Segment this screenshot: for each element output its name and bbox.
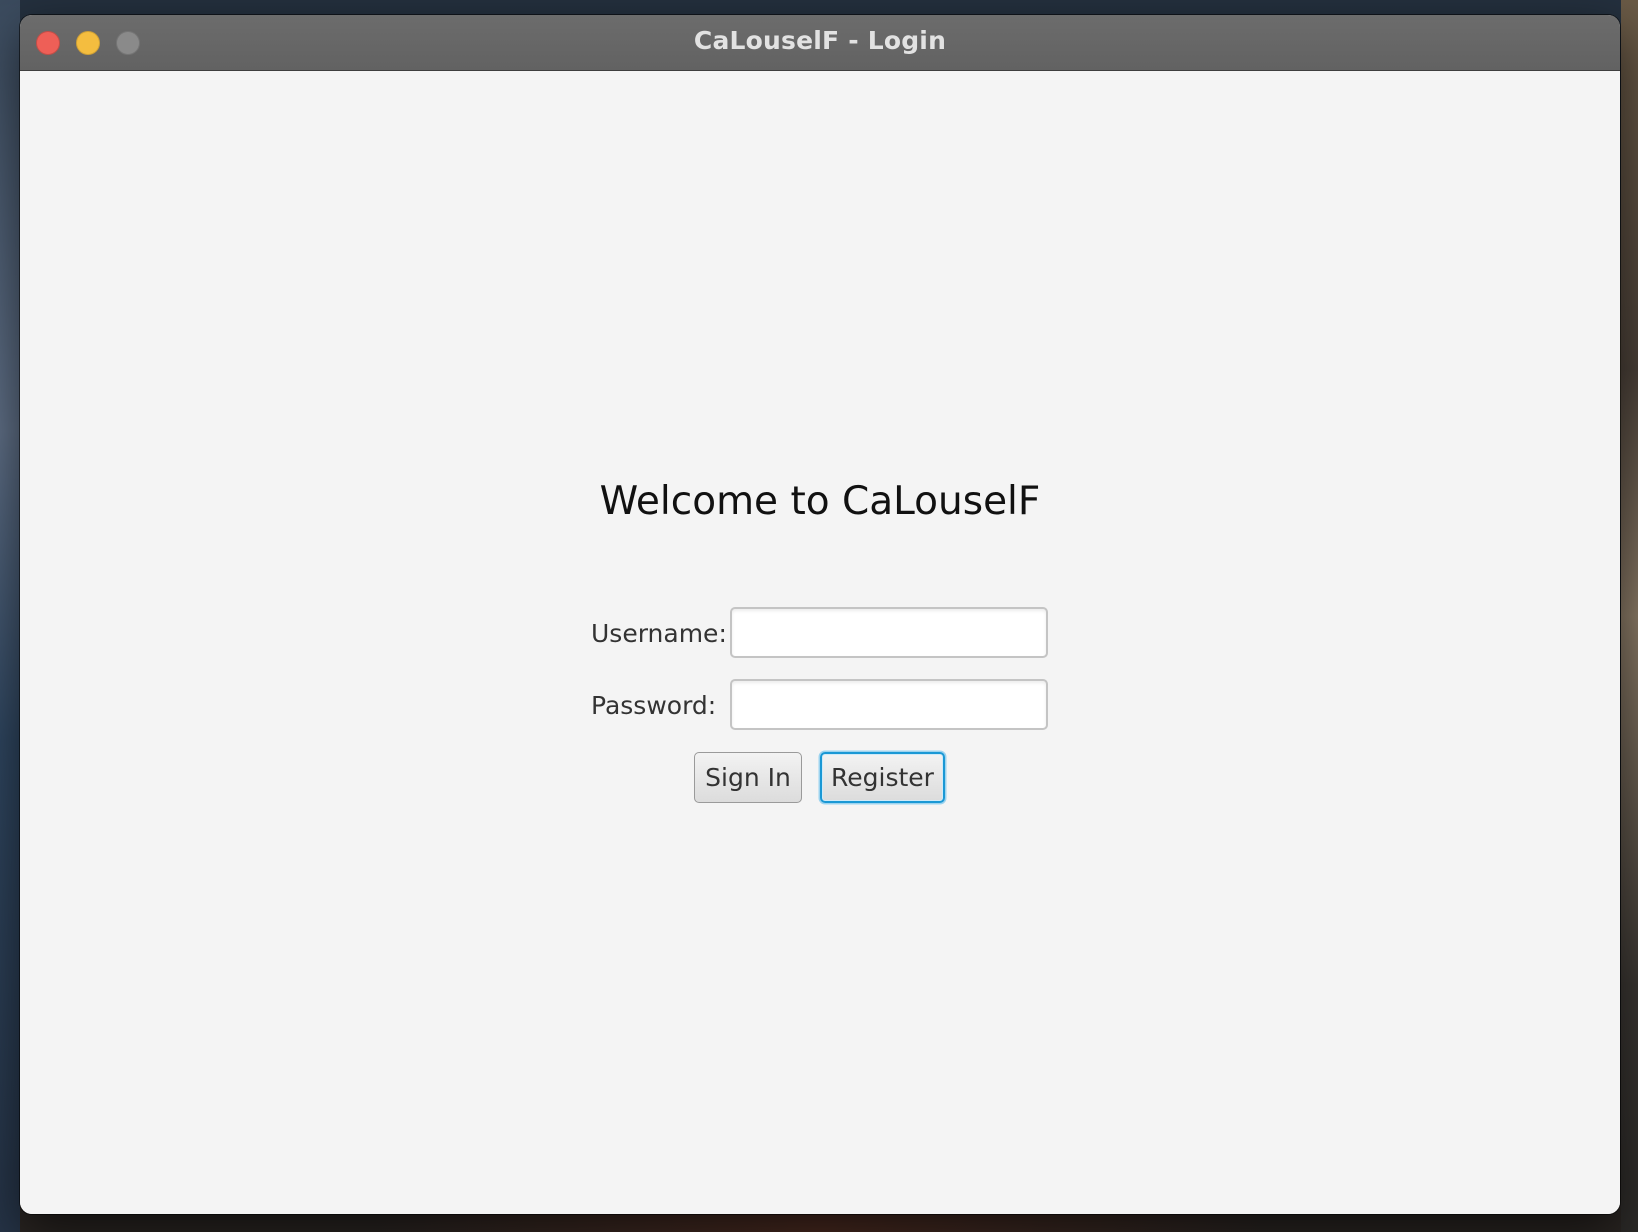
title-bar[interactable]: CaLouselF - Login: [20, 15, 1620, 71]
password-label: Password:: [591, 691, 717, 720]
desktop-background-left: [0, 0, 20, 1232]
login-window: CaLouselF - Login Welcome to CaLouselF U…: [20, 15, 1620, 1214]
username-input[interactable]: [730, 607, 1048, 658]
login-panel: Welcome to CaLouselF Username: Password:…: [20, 71, 1620, 1214]
window-title: CaLouselF - Login: [693, 26, 947, 55]
desktop-background-right: [1621, 0, 1638, 1232]
username-label: Username:: [591, 619, 727, 648]
register-button[interactable]: Register: [820, 752, 945, 803]
password-input[interactable]: [730, 679, 1048, 730]
sign-in-button[interactable]: Sign In: [694, 752, 802, 803]
welcome-heading: Welcome to CaLouselF: [599, 479, 1041, 524]
